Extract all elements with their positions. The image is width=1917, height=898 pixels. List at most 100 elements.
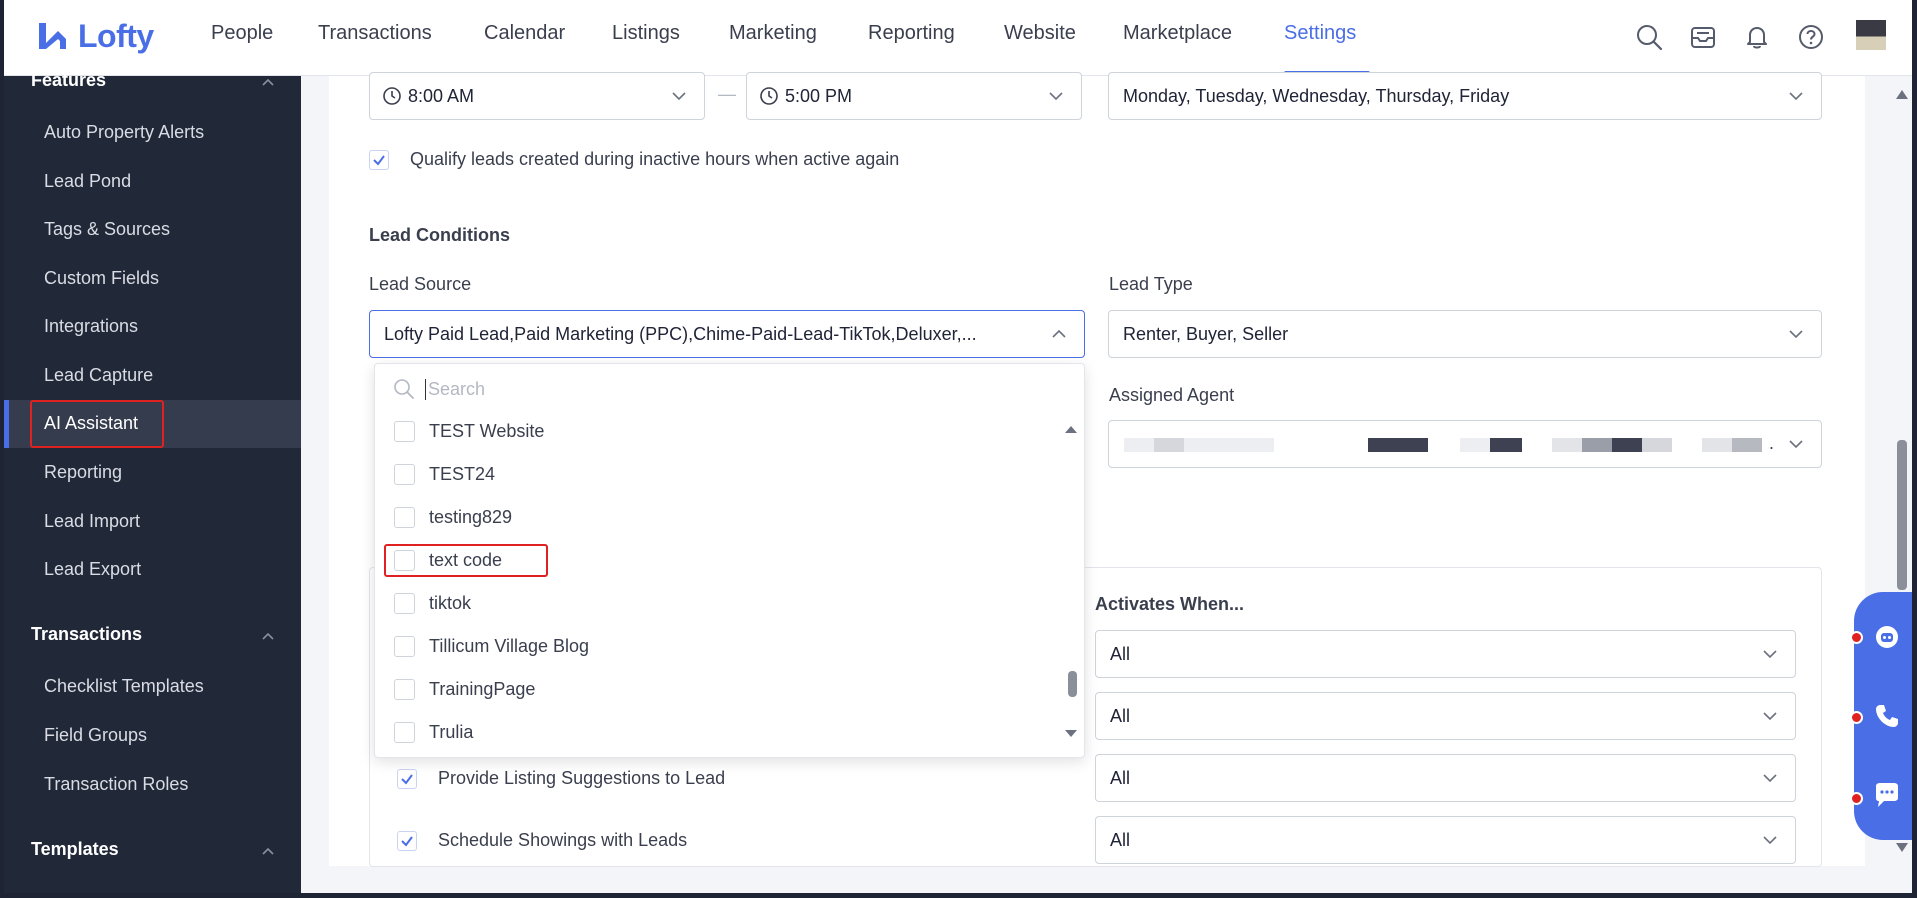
dropdown-option[interactable]: TEST24 (394, 459, 495, 489)
lead-conditions-title: Lead Conditions (369, 225, 510, 245)
checkmark-icon (401, 774, 413, 785)
nav-marketplace[interactable]: Marketplace (1123, 22, 1232, 45)
nav-marketing[interactable]: Marketing (729, 22, 817, 45)
brand-name: Lofty (78, 17, 154, 54)
redacted-block (1460, 438, 1490, 452)
settings-sidebar: Features Auto Property Alerts Lead Pond … (4, 70, 301, 893)
lead-type-select[interactable]: Renter, Buyer, Seller (1108, 310, 1822, 358)
sidebar-item-reporting[interactable]: Reporting (44, 462, 122, 483)
nav-people[interactable]: People (211, 22, 273, 45)
page-scrollbar-thumb[interactable] (1897, 440, 1907, 590)
dropdown-option[interactable]: tiktok (394, 588, 471, 618)
search-icon[interactable] (1634, 22, 1664, 52)
nav-website[interactable]: Website (1004, 22, 1076, 45)
activates-when-value: All (1110, 767, 1131, 788)
clock-icon (383, 87, 401, 105)
option-label: tiktok (429, 592, 472, 613)
chat-bubble-icon[interactable] (1872, 780, 1902, 810)
nav-settings[interactable]: Settings (1284, 22, 1356, 45)
phone-icon[interactable] (1872, 701, 1902, 731)
notification-dot (1850, 792, 1863, 805)
active-days-value: Monday, Tuesday, Wednesday, Thursday, Fr… (1123, 85, 1510, 106)
avatar[interactable] (1856, 20, 1886, 50)
qualify-inactive-label: Qualify leads created during inactive ho… (410, 149, 900, 169)
chevron-down-icon (1049, 92, 1063, 101)
time-range-separator: — (718, 84, 736, 104)
sidebar-item-checklist-templates[interactable]: Checklist Templates (44, 676, 204, 697)
chevron-up-icon[interactable] (260, 74, 276, 90)
dropdown-option[interactable]: TrainingPage (394, 674, 535, 704)
activates-when-select-2[interactable]: All (1095, 692, 1796, 740)
lead-source-label: Lead Source (369, 274, 472, 294)
sidebar-item-lead-export[interactable]: Lead Export (44, 559, 141, 580)
lofty-logo[interactable]: Lofty (36, 16, 154, 56)
scroll-up-arrow-icon[interactable] (1064, 424, 1078, 434)
inbox-icon[interactable] (1688, 22, 1718, 52)
sidebar-item-tags-sources[interactable]: Tags & Sources (44, 219, 170, 240)
nav-reporting[interactable]: Reporting (868, 22, 955, 45)
clock-icon (760, 87, 778, 105)
option-checkbox[interactable] (394, 506, 415, 528)
chevron-up-icon[interactable] (260, 843, 276, 859)
lead-type-value: Renter, Buyer, Seller (1123, 323, 1289, 344)
sidebar-item-integrations[interactable]: Integrations (44, 316, 138, 337)
chevron-down-icon (1789, 92, 1803, 101)
scroll-down-arrow-icon[interactable] (1895, 842, 1909, 854)
option-checkbox[interactable] (394, 721, 415, 743)
listing-suggestions-checkbox[interactable] (397, 769, 417, 789)
option-label: TEST Website (429, 420, 545, 441)
activates-when-select-1[interactable]: All (1095, 630, 1796, 678)
qualify-inactive-checkbox[interactable] (369, 150, 389, 170)
help-icon[interactable] (1796, 22, 1826, 52)
sidebar-item-lead-capture[interactable]: Lead Capture (44, 365, 153, 386)
redacted-block (1582, 438, 1612, 452)
option-checkbox[interactable] (394, 592, 415, 614)
dropdown-option[interactable]: testing829 (394, 502, 512, 532)
nav-transactions[interactable]: Transactions (318, 22, 432, 45)
option-label: testing829 (429, 506, 513, 527)
redacted-block (1732, 438, 1762, 452)
sidebar-item-lead-import[interactable]: Lead Import (44, 511, 140, 532)
sidebar-item-transaction-roles[interactable]: Transaction Roles (44, 774, 188, 795)
chevron-down-icon (1789, 330, 1803, 339)
dropdown-option[interactable]: TEST Website (394, 416, 544, 446)
redacted-block (1368, 438, 1428, 452)
lead-source-value: Lofty Paid Lead,Paid Marketing (PPC),Chi… (384, 323, 977, 344)
sidebar-item-field-groups[interactable]: Field Groups (44, 725, 147, 746)
sidebar-group-transactions[interactable]: Transactions (31, 624, 142, 645)
start-time-select[interactable]: 8:00 AM (369, 72, 705, 120)
bell-icon[interactable] (1742, 22, 1772, 52)
option-checkbox[interactable] (394, 678, 415, 700)
chevron-up-icon[interactable] (260, 628, 276, 644)
chatbot-icon[interactable] (1872, 622, 1902, 652)
sidebar-item-custom-fields[interactable]: Custom Fields (44, 268, 159, 289)
listing-suggestions-label: Provide Listing Suggestions to Lead (438, 768, 726, 788)
activates-when-select-3[interactable]: All (1095, 754, 1796, 802)
lead-source-select[interactable]: Lofty Paid Lead,Paid Marketing (PPC),Chi… (369, 310, 1085, 358)
dropdown-option[interactable]: Trulia (394, 717, 473, 747)
dropdown-search[interactable]: Search (393, 374, 485, 404)
activates-when-select-4[interactable]: All (1095, 816, 1796, 864)
activates-when-value: All (1110, 829, 1131, 850)
lead-type-label: Lead Type (1109, 274, 1193, 294)
option-checkbox[interactable] (394, 635, 415, 657)
scroll-up-arrow-icon[interactable] (1895, 88, 1909, 100)
schedule-showings-checkbox[interactable] (397, 831, 417, 851)
dropdown-option[interactable]: Tillicum Village Blog (394, 631, 589, 661)
notification-dot (1850, 711, 1863, 724)
nav-calendar[interactable]: Calendar (484, 22, 565, 45)
dropdown-scrollbar-thumb[interactable] (1068, 671, 1077, 697)
top-navigation: Lofty People Transactions Calendar Listi… (4, 0, 1912, 76)
option-checkbox[interactable] (394, 463, 415, 485)
sidebar-group-features[interactable]: Features (31, 70, 106, 91)
end-time-select[interactable]: 5:00 PM (746, 72, 1082, 120)
search-input[interactable]: Search (425, 378, 485, 400)
active-days-select[interactable]: Monday, Tuesday, Wednesday, Thursday, Fr… (1108, 72, 1822, 120)
sidebar-item-lead-pond[interactable]: Lead Pond (44, 171, 131, 192)
sidebar-item-auto-property-alerts[interactable]: Auto Property Alerts (44, 122, 204, 143)
option-checkbox[interactable] (394, 420, 415, 442)
sidebar-group-templates[interactable]: Templates (31, 839, 119, 860)
chevron-down-icon (1763, 836, 1777, 845)
nav-listings[interactable]: Listings (612, 22, 680, 45)
scroll-down-arrow-icon[interactable] (1064, 729, 1078, 739)
